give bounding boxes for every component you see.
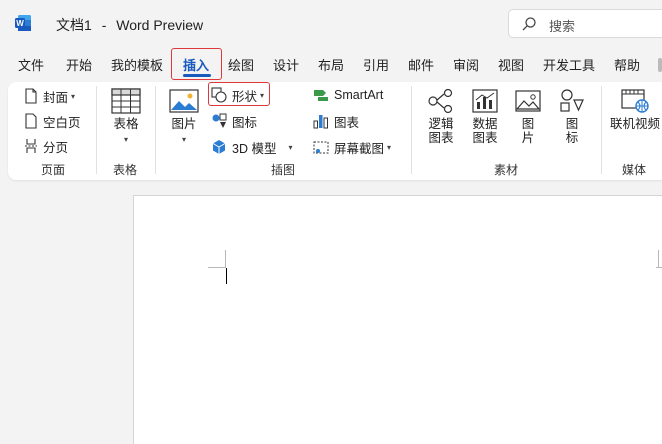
materials-group-label: 素材 <box>494 163 519 177</box>
smartart-icon <box>314 90 328 101</box>
screenshot-icon <box>313 141 329 154</box>
material-icon-button[interactable]: 图 标 <box>556 88 588 145</box>
chart-label: 图表 <box>334 115 360 130</box>
shapes-button-highlight <box>208 82 270 106</box>
page-break-button[interactable]: 分页 <box>24 136 68 156</box>
title-bar: W 文档1 - Word Preview 搜索 <box>0 0 662 46</box>
logic-chart-icon <box>428 88 453 114</box>
screenshot-button[interactable]: 屏幕截图 ▾ <box>313 137 391 157</box>
tab-references[interactable]: 引用 <box>363 55 389 74</box>
cover-page-icon <box>25 88 37 104</box>
media-group-label: 媒体 <box>622 163 647 177</box>
chevron-down-icon: ▾ <box>71 91 76 101</box>
chart-icon <box>313 115 328 129</box>
window-title: 文档1 - Word Preview <box>56 15 203 35</box>
material-picture-button[interactable]: 图 片 <box>512 88 544 145</box>
tab-my-templates[interactable]: 我的模板 <box>111 55 163 74</box>
tab-review[interactable]: 审阅 <box>453 55 479 74</box>
chevron-down-icon: ▾ <box>123 135 128 144</box>
table-icon <box>111 88 141 114</box>
picture-icon <box>169 89 199 113</box>
tables-group-label: 表格 <box>113 163 138 177</box>
3d-model-icon <box>212 140 226 154</box>
3d-models-button[interactable]: 3D 模型 ▾ <box>211 137 292 157</box>
online-video-icon <box>621 89 649 113</box>
data-chart-label-2: 图表 <box>472 131 498 145</box>
ribbon-collapse-handle[interactable] <box>658 58 662 72</box>
crop-mark-right-vertical <box>658 250 659 268</box>
logic-chart-label-2: 图表 <box>428 131 454 145</box>
icons-button[interactable]: 图标 <box>211 111 257 131</box>
logic-chart-button[interactable]: 逻辑 图表 <box>424 88 458 145</box>
app-name: Word Preview <box>116 17 204 33</box>
online-video-button[interactable]: 联机视频 <box>608 88 662 131</box>
table-button[interactable]: 表格 ▾ <box>108 88 144 145</box>
word-app-icon: W <box>15 15 31 31</box>
data-chart-label-1: 数据 <box>472 117 498 131</box>
pictures-label: 图片 <box>171 117 197 131</box>
pictures-button[interactable]: 图片 ▾ <box>167 88 201 145</box>
document-page[interactable] <box>133 195 662 444</box>
chevron-down-icon: ▾ <box>288 142 293 152</box>
logic-chart-label-1: 逻辑 <box>428 117 454 131</box>
3d-models-label: 3D 模型 <box>232 141 277 156</box>
table-label: 表格 <box>113 117 139 131</box>
picture-icon <box>515 90 541 112</box>
material-picture-label-2: 片 <box>521 131 535 145</box>
data-chart-icon <box>472 89 498 113</box>
blank-page-label: 空白页 <box>43 115 81 130</box>
material-icon-label-1: 图 <box>565 117 579 131</box>
tab-design[interactable]: 设计 <box>273 55 299 74</box>
cover-page-button[interactable]: 封面 ▾ <box>24 86 75 106</box>
tab-mailings[interactable]: 邮件 <box>408 55 434 74</box>
icons-label: 图标 <box>232 115 258 130</box>
cover-page-label: 封面 <box>43 90 69 105</box>
selected-tab-indicator <box>183 74 211 77</box>
group-divider <box>411 86 412 174</box>
illustrations-group-label: 插图 <box>271 163 296 177</box>
page-break-icon <box>25 139 37 153</box>
icons-icon <box>560 89 584 112</box>
chevron-down-icon: ▾ <box>181 135 186 144</box>
document-name: 文档1 <box>56 17 92 33</box>
text-cursor <box>226 268 227 284</box>
pages-group-label: 页面 <box>41 163 66 177</box>
crop-mark-horizontal <box>208 267 226 268</box>
online-video-label: 联机视频 <box>609 117 660 131</box>
search-placeholder: 搜索 <box>549 19 576 34</box>
group-divider <box>601 86 602 174</box>
search-icon <box>522 17 536 31</box>
blank-page-button[interactable]: 空白页 <box>24 111 81 131</box>
material-picture-label-1: 图 <box>521 117 535 131</box>
tab-file[interactable]: 文件 <box>18 55 44 74</box>
crop-mark-vertical <box>225 250 226 268</box>
tab-view[interactable]: 视图 <box>498 55 524 74</box>
svg-text:W: W <box>16 19 24 28</box>
data-chart-button[interactable]: 数据 图表 <box>468 88 502 145</box>
tab-help[interactable]: 帮助 <box>614 55 640 74</box>
chevron-down-icon: ▾ <box>387 142 392 152</box>
group-divider <box>96 86 97 174</box>
search-box[interactable]: 搜索 <box>508 9 662 38</box>
ribbon-tabs: 文件 开始 我的模板 插入 绘图 设计 布局 引用 邮件 审阅 视图 开发工具 … <box>0 50 662 78</box>
page-break-label: 分页 <box>43 140 69 155</box>
title-separator: - <box>101 17 107 33</box>
tab-developer[interactable]: 开发工具 <box>543 55 595 74</box>
blank-page-icon <box>25 113 37 129</box>
chart-button[interactable]: 图表 <box>313 111 359 131</box>
material-icon-label-2: 标 <box>565 131 579 145</box>
group-divider <box>155 86 156 174</box>
crop-mark-right-horizontal <box>656 267 662 268</box>
screenshot-label: 屏幕截图 <box>334 141 385 156</box>
tab-home[interactable]: 开始 <box>66 55 92 74</box>
icons-icon <box>212 113 227 128</box>
tab-layout[interactable]: 布局 <box>318 55 344 74</box>
tab-draw[interactable]: 绘图 <box>228 55 254 74</box>
smartart-label: SmartArt <box>334 88 384 102</box>
smartart-button[interactable]: SmartArt <box>313 85 383 105</box>
